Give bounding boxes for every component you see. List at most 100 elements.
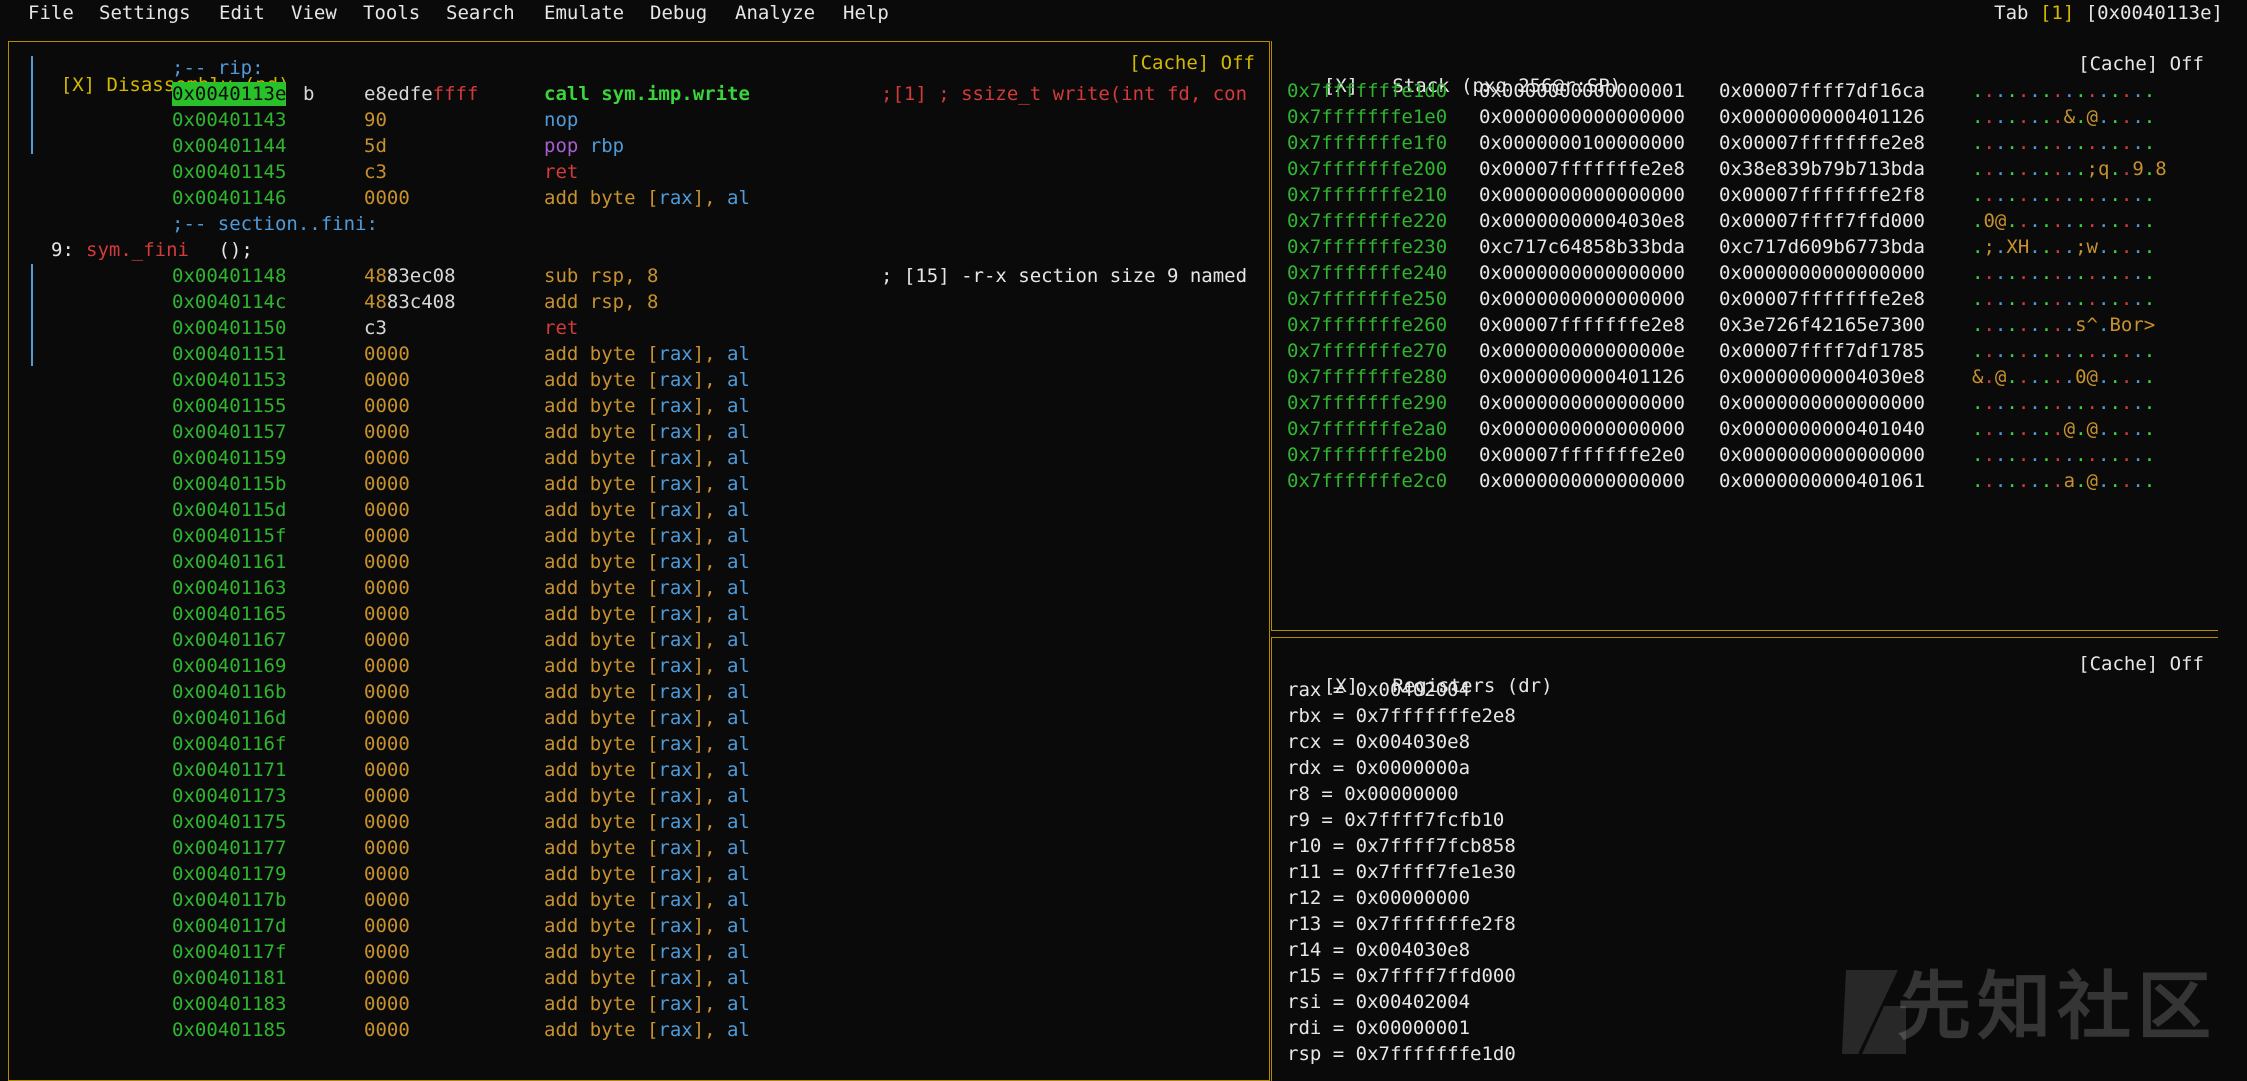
- menu-file[interactable]: File: [28, 2, 74, 24]
- menu-settings[interactable]: Settings: [99, 2, 191, 24]
- ascii-char: .: [2029, 470, 2041, 492]
- stack-address[interactable]: 0x7fffffffe2c0: [1287, 469, 1447, 493]
- register-value[interactable]: rbx = 0x7fffffffe2e8: [1287, 704, 1516, 728]
- stack-cache-toggle[interactable]: [Cache] Off: [2078, 53, 2204, 75]
- instr-address[interactable]: 0x00401181: [172, 966, 286, 990]
- stack-address[interactable]: 0x7fffffffe290: [1287, 391, 1447, 415]
- instr-address[interactable]: 0x0040115b: [172, 472, 286, 496]
- menu-help[interactable]: Help: [843, 2, 889, 24]
- register-value[interactable]: r9 = 0x7ffff7fcfb10: [1287, 808, 1504, 832]
- stack-address[interactable]: 0x7fffffffe200: [1287, 157, 1447, 181]
- instr-address[interactable]: 0x0040116b: [172, 680, 286, 704]
- register-value[interactable]: r11 = 0x7ffff7fe1e30: [1287, 860, 1516, 884]
- stack-address[interactable]: 0x7fffffffe2a0: [1287, 417, 1447, 441]
- ascii-char: .: [2040, 158, 2053, 180]
- register-value[interactable]: rsi = 0x00402004: [1287, 990, 1470, 1014]
- stack-address[interactable]: 0x7fffffffe240: [1287, 261, 1447, 285]
- stack-qword-1: 0xc717c64858b33bda: [1479, 236, 1685, 258]
- instr-address[interactable]: 0x0040117f: [172, 940, 286, 964]
- register-value[interactable]: r15 = 0x7ffff7ffd000: [1287, 964, 1516, 988]
- stack-address[interactable]: 0x7fffffffe270: [1287, 339, 1447, 363]
- instr-address[interactable]: 0x00401179: [172, 862, 286, 886]
- instr-address[interactable]: 0x00401163: [172, 576, 286, 600]
- instr-address[interactable]: 0x0040116f: [172, 732, 286, 756]
- register-value[interactable]: r14 = 0x004030e8: [1287, 938, 1470, 962]
- instr-address[interactable]: 0x0040117b: [172, 888, 286, 912]
- instr-address[interactable]: 0x00401148: [172, 264, 286, 288]
- instr-call[interactable]: call sym.imp.write: [544, 82, 750, 106]
- instr-address[interactable]: 0x00401146: [172, 186, 286, 210]
- stack-address[interactable]: 0x7fffffffe250: [1287, 287, 1447, 311]
- instr-address[interactable]: 0x00401175: [172, 810, 286, 834]
- ascii-char: ;: [2075, 236, 2087, 258]
- instr-address[interactable]: 0x00401185: [172, 1018, 286, 1042]
- stack-address[interactable]: 0x7fffffffe280: [1287, 365, 1447, 389]
- ascii-char: .: [2052, 340, 2064, 362]
- stack-address[interactable]: 0x7fffffffe260: [1287, 313, 1447, 337]
- register-value[interactable]: rax = 0x00402004: [1287, 678, 1470, 702]
- register-value[interactable]: rdi = 0x00000001: [1287, 1016, 1470, 1040]
- instr-address[interactable]: 0x00401173: [172, 784, 286, 808]
- instr-text: add byte [rax], al: [544, 186, 750, 210]
- instr-address[interactable]: 0x00401165: [172, 602, 286, 626]
- stack-address[interactable]: 0x7fffffffe220: [1287, 209, 1447, 233]
- ascii-char: @: [1994, 210, 2007, 232]
- instr-address[interactable]: 0x00401167: [172, 628, 286, 652]
- instr-address[interactable]: 0x00401183: [172, 992, 286, 1016]
- stack-address[interactable]: 0x7fffffffe1f0: [1287, 131, 1447, 155]
- menu-view[interactable]: View: [291, 2, 337, 24]
- stack-address[interactable]: 0x7fffffffe2b0: [1287, 443, 1447, 467]
- register-value[interactable]: r8 = 0x00000000: [1287, 782, 1459, 806]
- stack-qword-1: 0x0000000000000000: [1479, 184, 1685, 206]
- ascii-char: .: [2143, 392, 2156, 414]
- instr-address[interactable]: 0x00401171: [172, 758, 286, 782]
- instr-address[interactable]: 0x00401143: [172, 108, 286, 132]
- ascii-char: .: [2006, 288, 2018, 310]
- register-value[interactable]: r10 = 0x7ffff7fcb858: [1287, 834, 1516, 858]
- instr-address[interactable]: 0x00401144: [172, 134, 286, 158]
- menu-emulate[interactable]: Emulate: [544, 2, 624, 24]
- tab-indicator[interactable]: Tab [1] [0x0040113e]: [1994, 2, 2223, 24]
- instr-address[interactable]: 0x00401169: [172, 654, 286, 678]
- menu-edit[interactable]: Edit: [219, 2, 265, 24]
- register-value[interactable]: r12 = 0x00000000: [1287, 886, 1470, 910]
- registers-cache-toggle[interactable]: [Cache] Off: [2078, 653, 2204, 675]
- instr-reg: rax: [658, 785, 693, 807]
- instr-op: add byte [: [544, 421, 659, 443]
- disassembly-cache-toggle[interactable]: [Cache] Off: [1129, 52, 1255, 74]
- instr-reg: rax: [658, 1019, 693, 1041]
- menu-debug[interactable]: Debug: [650, 2, 707, 24]
- current-address[interactable]: 0x0040113e: [172, 82, 287, 106]
- instr-address[interactable]: 0x00401161: [172, 550, 286, 574]
- instr-address[interactable]: 0x0040117d: [172, 914, 286, 938]
- instr-address[interactable]: 0x00401157: [172, 420, 286, 444]
- instr-address[interactable]: 0x0040116d: [172, 706, 286, 730]
- register-value[interactable]: rdx = 0x0000000a: [1287, 756, 1470, 780]
- instr-address[interactable]: 0x0040115f: [172, 524, 286, 548]
- instr-address[interactable]: 0x00401155: [172, 394, 286, 418]
- register-value[interactable]: r13 = 0x7fffffffe2f8: [1287, 912, 1516, 936]
- ascii-char: B: [2109, 314, 2121, 336]
- instr-address[interactable]: 0x00401145: [172, 160, 286, 184]
- stack-address[interactable]: 0x7fffffffe230: [1287, 235, 1447, 259]
- instr-address[interactable]: 0x00401159: [172, 446, 286, 470]
- instr-address[interactable]: 0x00401151: [172, 342, 286, 366]
- ascii-char: .: [2063, 366, 2076, 388]
- ascii-char: .: [2017, 80, 2030, 102]
- stack-address[interactable]: 0x7fffffffe1d0: [1287, 79, 1447, 103]
- instr-address[interactable]: 0x00401153: [172, 368, 286, 392]
- menu-analyze[interactable]: Analyze: [735, 2, 815, 24]
- instr-address[interactable]: 0x00401150: [172, 316, 286, 340]
- register-value[interactable]: rcx = 0x004030e8: [1287, 730, 1470, 754]
- instr-address[interactable]: 0x0040114c: [172, 290, 286, 314]
- menu-tools[interactable]: Tools: [363, 2, 420, 24]
- register-value[interactable]: rsp = 0x7fffffffe1d0: [1287, 1042, 1516, 1066]
- instr-address[interactable]: 0x0040115d: [172, 498, 286, 522]
- menu-search[interactable]: Search: [446, 2, 515, 24]
- stack-address[interactable]: 0x7fffffffe1e0: [1287, 105, 1447, 129]
- rip-label: ;-- rip:: [172, 57, 264, 79]
- function-name[interactable]: sym._fini: [86, 238, 189, 262]
- instr-address[interactable]: 0x00401177: [172, 836, 286, 860]
- stack-address[interactable]: 0x7fffffffe210: [1287, 183, 1447, 207]
- ascii-char: .: [2029, 80, 2041, 102]
